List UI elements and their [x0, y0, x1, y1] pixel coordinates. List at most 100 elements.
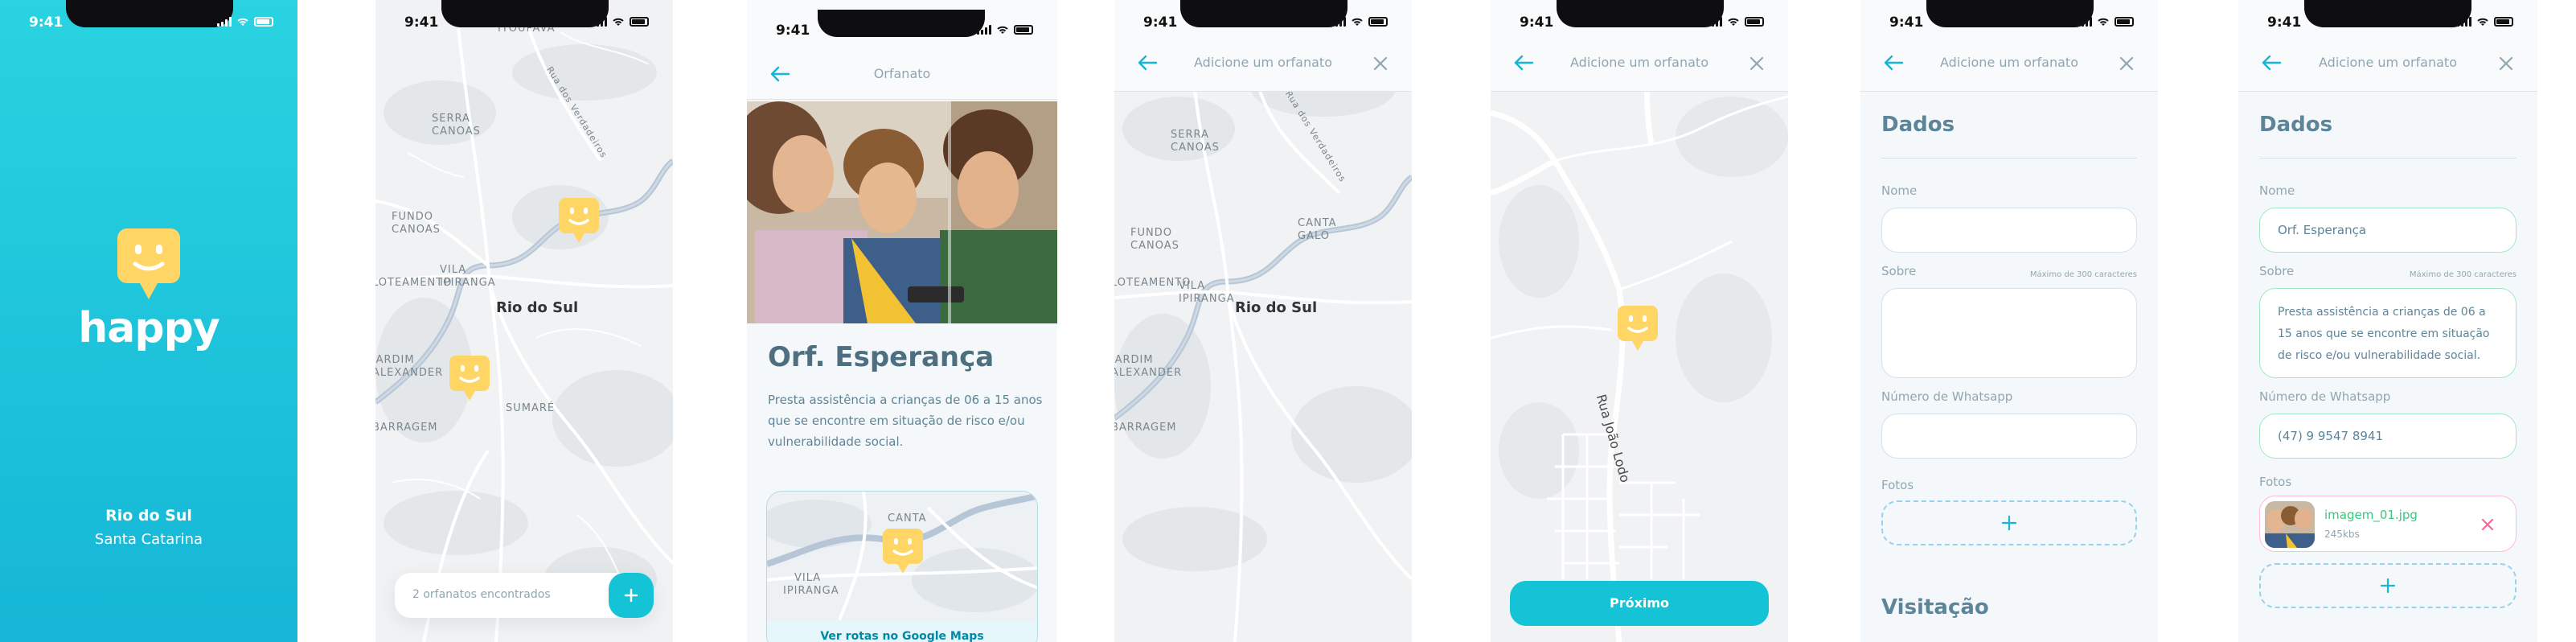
add-photo-button[interactable] — [2259, 563, 2517, 608]
google-maps-routes-link[interactable]: Ver rotas no Google Maps — [767, 620, 1037, 642]
map-label-text: JARDIM — [1114, 354, 1154, 366]
mini-map-label-vila: VILA — [794, 572, 822, 584]
uploaded-photo-item: imagem_01.jpg 245kbs — [2259, 496, 2517, 552]
map-label-text: JARDIM — [375, 354, 415, 366]
about-hint: Máximo de 300 caracteres — [2409, 270, 2517, 279]
map-footer-card: 2 orfanatos encontrados — [395, 573, 654, 618]
map-label-text: FUNDO — [392, 211, 433, 223]
close-icon[interactable] — [1748, 55, 1766, 72]
map-roads — [1114, 0, 1412, 642]
add-photo-button[interactable] — [1881, 500, 2137, 545]
photos-label: Fotos — [1881, 478, 1914, 492]
wifi-icon — [2477, 18, 2488, 26]
map-label-text: CANOAS — [1130, 240, 1179, 252]
status-bar: 9:41 — [2238, 14, 2537, 31]
signal-icon — [217, 17, 232, 27]
name-field[interactable]: Orf. Esperança — [2259, 208, 2517, 253]
map-label-canta-galo: CANTA GALO — [1298, 217, 1337, 243]
add-orphanage-button[interactable] — [609, 573, 654, 618]
orphanage-pin-icon[interactable] — [449, 356, 490, 401]
battery-icon — [630, 17, 649, 27]
splash-city: Rio do Sul — [105, 507, 192, 525]
signal-icon — [593, 17, 607, 27]
status-icons — [2078, 17, 2134, 27]
map-label-serra-canoas: SERRA CANOAS — [1171, 129, 1220, 154]
map-label-jardim-alexander: JARDIM ALEXANDER — [1114, 354, 1182, 380]
map-label-city: Rio do Sul — [496, 299, 579, 316]
status-icons — [593, 17, 649, 27]
whatsapp-field[interactable] — [1881, 414, 2137, 459]
wifi-icon — [997, 26, 1008, 34]
whatsapp-value: (47) 9 9547 8941 — [2278, 429, 2383, 443]
map-label-text: SERRA — [1171, 129, 1209, 141]
whatsapp-field[interactable]: (47) 9 9547 8941 — [2259, 414, 2517, 459]
add-orphanage-map-screen: Rua dos Verdadeiros SERRA CANOAS FUNDO CAN… — [1114, 0, 1412, 642]
map-view[interactable]: Rua dos Verdadeiros SERRA CANOAS FUNDO CAN… — [1114, 0, 1412, 642]
map-label-fundo-canoas: FUNDO CANOAS — [392, 211, 441, 237]
orphanage-photo[interactable] — [747, 101, 1057, 323]
status-icons — [1708, 17, 1764, 27]
about-field[interactable] — [1881, 288, 2137, 378]
wifi-icon — [1728, 18, 1739, 26]
map-label-barragem: BARRAGEM — [375, 422, 438, 434]
map-label-sumare: SUMARÉ — [506, 402, 556, 414]
map-label-text: IPIRANGA — [1179, 293, 1235, 305]
map-view[interactable]: Rua João Lodo — [1491, 0, 1788, 642]
map-label-text: GALO — [1298, 230, 1330, 242]
orphanage-pin-icon — [883, 529, 923, 574]
name-field[interactable] — [1881, 208, 2137, 253]
map-label-loteamento: LOTEAMENTO — [375, 277, 453, 289]
map-view[interactable]: ITOUPAVA Rua dos Verdadeiros SERRA CANOAS… — [375, 0, 673, 642]
about-hint: Máximo de 300 caracteres — [2029, 270, 2137, 279]
status-bar: 9:41 — [747, 23, 1057, 39]
about-value: Presta assistência a crianças de 06 a 15… — [2278, 306, 2490, 362]
section-title-data: Dados — [2259, 113, 2333, 137]
photo-thumbnail[interactable] — [2265, 501, 2315, 548]
battery-icon — [254, 17, 273, 27]
orphanage-pin-icon[interactable] — [559, 198, 599, 243]
close-icon[interactable] — [2497, 55, 2515, 72]
status-bar: 9:41 — [0, 14, 297, 31]
signal-icon — [977, 25, 991, 35]
signal-icon — [2457, 17, 2471, 27]
map-screen: ITOUPAVA Rua dos Verdadeiros SERRA CANOAS… — [375, 0, 673, 642]
plus-icon — [2380, 578, 2396, 594]
map-label-text: CANOAS — [1171, 142, 1220, 154]
photos-label: Fotos — [2259, 475, 2292, 489]
orphanage-name: Orf. Esperança — [768, 341, 995, 373]
plus-icon — [624, 588, 638, 603]
photo-filename: imagem_01.jpg — [2324, 508, 2418, 522]
battery-icon — [1368, 17, 1388, 27]
status-time: 9:41 — [1520, 14, 1554, 31]
splash-screen: 9:41 happy Rio do Sul Santa Catarina — [0, 0, 297, 642]
next-button[interactable]: Próximo — [1510, 581, 1769, 626]
happy-logo-icon — [117, 228, 180, 299]
wifi-icon — [613, 18, 624, 26]
close-icon[interactable] — [2118, 55, 2135, 72]
map-label-loteamento: LOTEAMENTO — [1114, 277, 1192, 289]
add-orphanage-form-filled-screen: Adicione um orfanato 9:41 Dados Nome Orf… — [2238, 0, 2537, 642]
map-label-city: Rio do Sul — [1235, 299, 1318, 316]
signal-icon — [1708, 17, 1722, 27]
close-icon[interactable] — [1372, 55, 1389, 72]
status-bar: 9:41 — [1114, 14, 1412, 31]
add-orphanage-location-screen: Rua João Lodo Adicione um orfanato 9:41 … — [1491, 0, 1788, 642]
battery-icon — [2115, 17, 2134, 27]
section-title-visit: Visitação — [1881, 595, 1989, 619]
about-label: Sobre — [1881, 264, 1917, 278]
status-icons — [1331, 17, 1388, 27]
add-orphanage-form-empty-screen: Adicione um orfanato 9:41 Dados Nome Sob… — [1860, 0, 2158, 642]
signal-icon — [1331, 17, 1346, 27]
about-field[interactable]: Presta assistência a crianças de 06 a 15… — [2259, 288, 2517, 378]
mini-map-card[interactable]: CANTA VILA IPIRANGA Ver rotas no Google … — [766, 491, 1038, 642]
orphanages-found-text: 2 orfanatos encontrados — [412, 588, 551, 601]
map-label-text: SERRA — [432, 113, 470, 125]
remove-photo-icon[interactable] — [2480, 517, 2495, 532]
map-label-text: CANOAS — [392, 224, 441, 236]
status-bar: 9:41 — [1491, 14, 1788, 31]
selected-location-pin-icon[interactable] — [1618, 306, 1658, 351]
mini-map-label-ipiranga: IPIRANGA — [783, 585, 839, 597]
status-time: 9:41 — [29, 14, 64, 31]
whatsapp-label: Número de Whatsapp — [2259, 389, 2391, 404]
plus-icon — [2001, 515, 2017, 531]
